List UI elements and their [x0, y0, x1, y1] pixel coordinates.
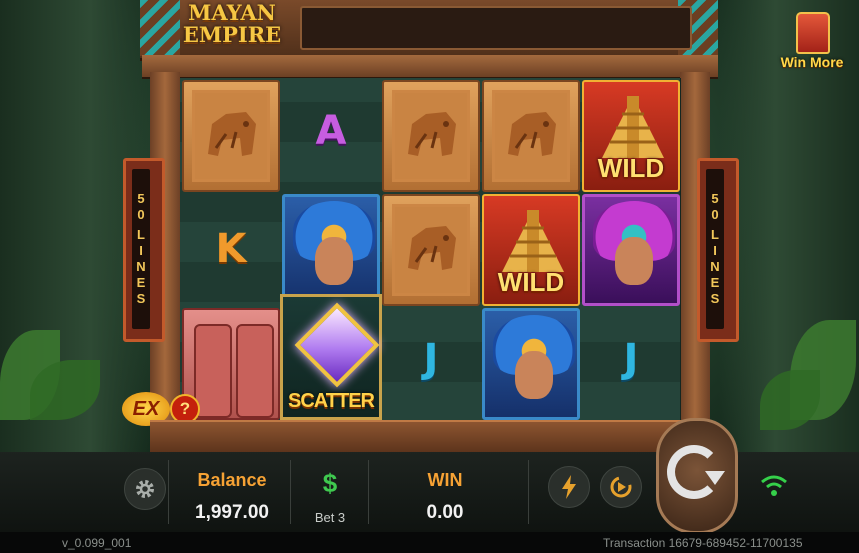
dollar-icon: $ [322, 468, 338, 498]
paylines-char: L [711, 227, 719, 242]
priestess-face [615, 237, 653, 285]
game-stage: MAYAN EMPIRE Win More 50LINES 50LINES K [0, 0, 859, 553]
warrior-symbol [482, 308, 580, 420]
balance-value: 1,997.00 [195, 502, 269, 523]
win-label: WIN [427, 470, 463, 490]
wild-symbol: WILD [582, 80, 680, 192]
bet-button[interactable]: $ Bet 3 [300, 462, 360, 528]
wild-label: WILD [597, 153, 665, 183]
pyramid-icon [602, 96, 664, 158]
turbo-button[interactable] [548, 466, 590, 508]
autoplay-button[interactable] [600, 466, 642, 508]
paylines-char: E [710, 275, 720, 290]
divider [368, 460, 369, 524]
jaguar-stone-symbol [482, 80, 580, 192]
lightning-icon [562, 475, 576, 499]
version-label: v_0.099_001 [62, 536, 132, 550]
letter-a-symbol: A [282, 80, 380, 192]
logo-line-1: MAYAN [188, 0, 276, 25]
wifi-icon [761, 475, 787, 496]
autoplay-icon [610, 476, 632, 498]
reel-grid: K A SCATTER J WILD WILD J [180, 78, 681, 422]
letter-j-symbol: J [582, 308, 680, 420]
jaguar-icon [208, 112, 256, 156]
spin-arrow-icon [705, 471, 725, 485]
temple-bottom-ledge [150, 420, 710, 454]
gem-icon [294, 302, 380, 388]
gear-icon [136, 480, 154, 498]
settings-button[interactable] [124, 468, 166, 510]
warrior-face [515, 351, 553, 399]
jaguar-stone-symbol [182, 80, 280, 192]
paylines-char: 5 [711, 191, 719, 206]
paylines-panel-right: 50 LINES [697, 158, 739, 342]
signal-indicator [760, 472, 790, 502]
letter-a: A [315, 108, 347, 154]
totem-carving [194, 324, 232, 418]
win-value: 0.00 [426, 502, 464, 523]
game-logo: MAYAN EMPIRE [176, 2, 288, 52]
footer-bar: v_0.099_001 Transaction 16679-689452-117… [0, 532, 859, 553]
temple-corner-left [140, 0, 180, 56]
jaguar-stone-symbol [382, 80, 480, 192]
letter-k-symbol: K [182, 194, 280, 306]
paylines-char: L [137, 227, 145, 242]
pyramid-icon [502, 210, 564, 272]
divider [290, 460, 291, 524]
temple-ledge [142, 55, 718, 79]
jaguar-icon [408, 226, 456, 270]
paylines-char: 0 [137, 207, 145, 222]
balance-label: Balance [197, 470, 267, 490]
paylines-label-right: 50 LINES [706, 169, 724, 329]
paylines-char: I [713, 243, 717, 258]
spin-button[interactable] [656, 418, 738, 534]
wild-label: WILD [497, 267, 565, 297]
wild-symbol: WILD [482, 194, 580, 306]
paylines-char: S [136, 291, 146, 306]
paylines-char: 0 [711, 207, 719, 222]
letter-k: K [215, 226, 247, 272]
paylines-label-left: 50 LINES [132, 169, 150, 329]
win-more-button[interactable]: Win More [780, 8, 844, 74]
totem-carving [236, 324, 274, 418]
jaguar-icon [508, 112, 556, 156]
logo-line-2: EMPIRE [182, 22, 282, 47]
scatter-label: SCATTER [288, 390, 375, 412]
warrior-symbol [282, 194, 380, 306]
letter-j: J [623, 336, 639, 382]
paylines-char: N [710, 259, 720, 274]
transaction-label: Transaction 16679-689452-11700135 [603, 536, 803, 550]
win-message-bar [300, 6, 692, 50]
paylines-panel-left: 50 LINES [123, 158, 165, 342]
jaguar-stone-symbol [382, 194, 480, 306]
letter-j: J [423, 336, 439, 382]
scatter-symbol: SCATTER [280, 294, 382, 420]
divider [528, 460, 529, 524]
divider [168, 460, 169, 524]
warrior-face [315, 237, 353, 285]
treasure-chest-icon [796, 12, 830, 54]
paylines-char: 5 [137, 191, 145, 206]
win-more-label: Win More [780, 54, 844, 70]
jaguar-icon [408, 112, 456, 156]
priestess-symbol [582, 194, 680, 306]
bet-label: Bet 3 [314, 510, 346, 525]
paylines-char: N [136, 259, 146, 274]
paylines-char: I [139, 243, 143, 258]
paylines-char: S [710, 291, 720, 306]
letter-j-symbol: J [382, 308, 480, 420]
paylines-char: E [136, 275, 146, 290]
